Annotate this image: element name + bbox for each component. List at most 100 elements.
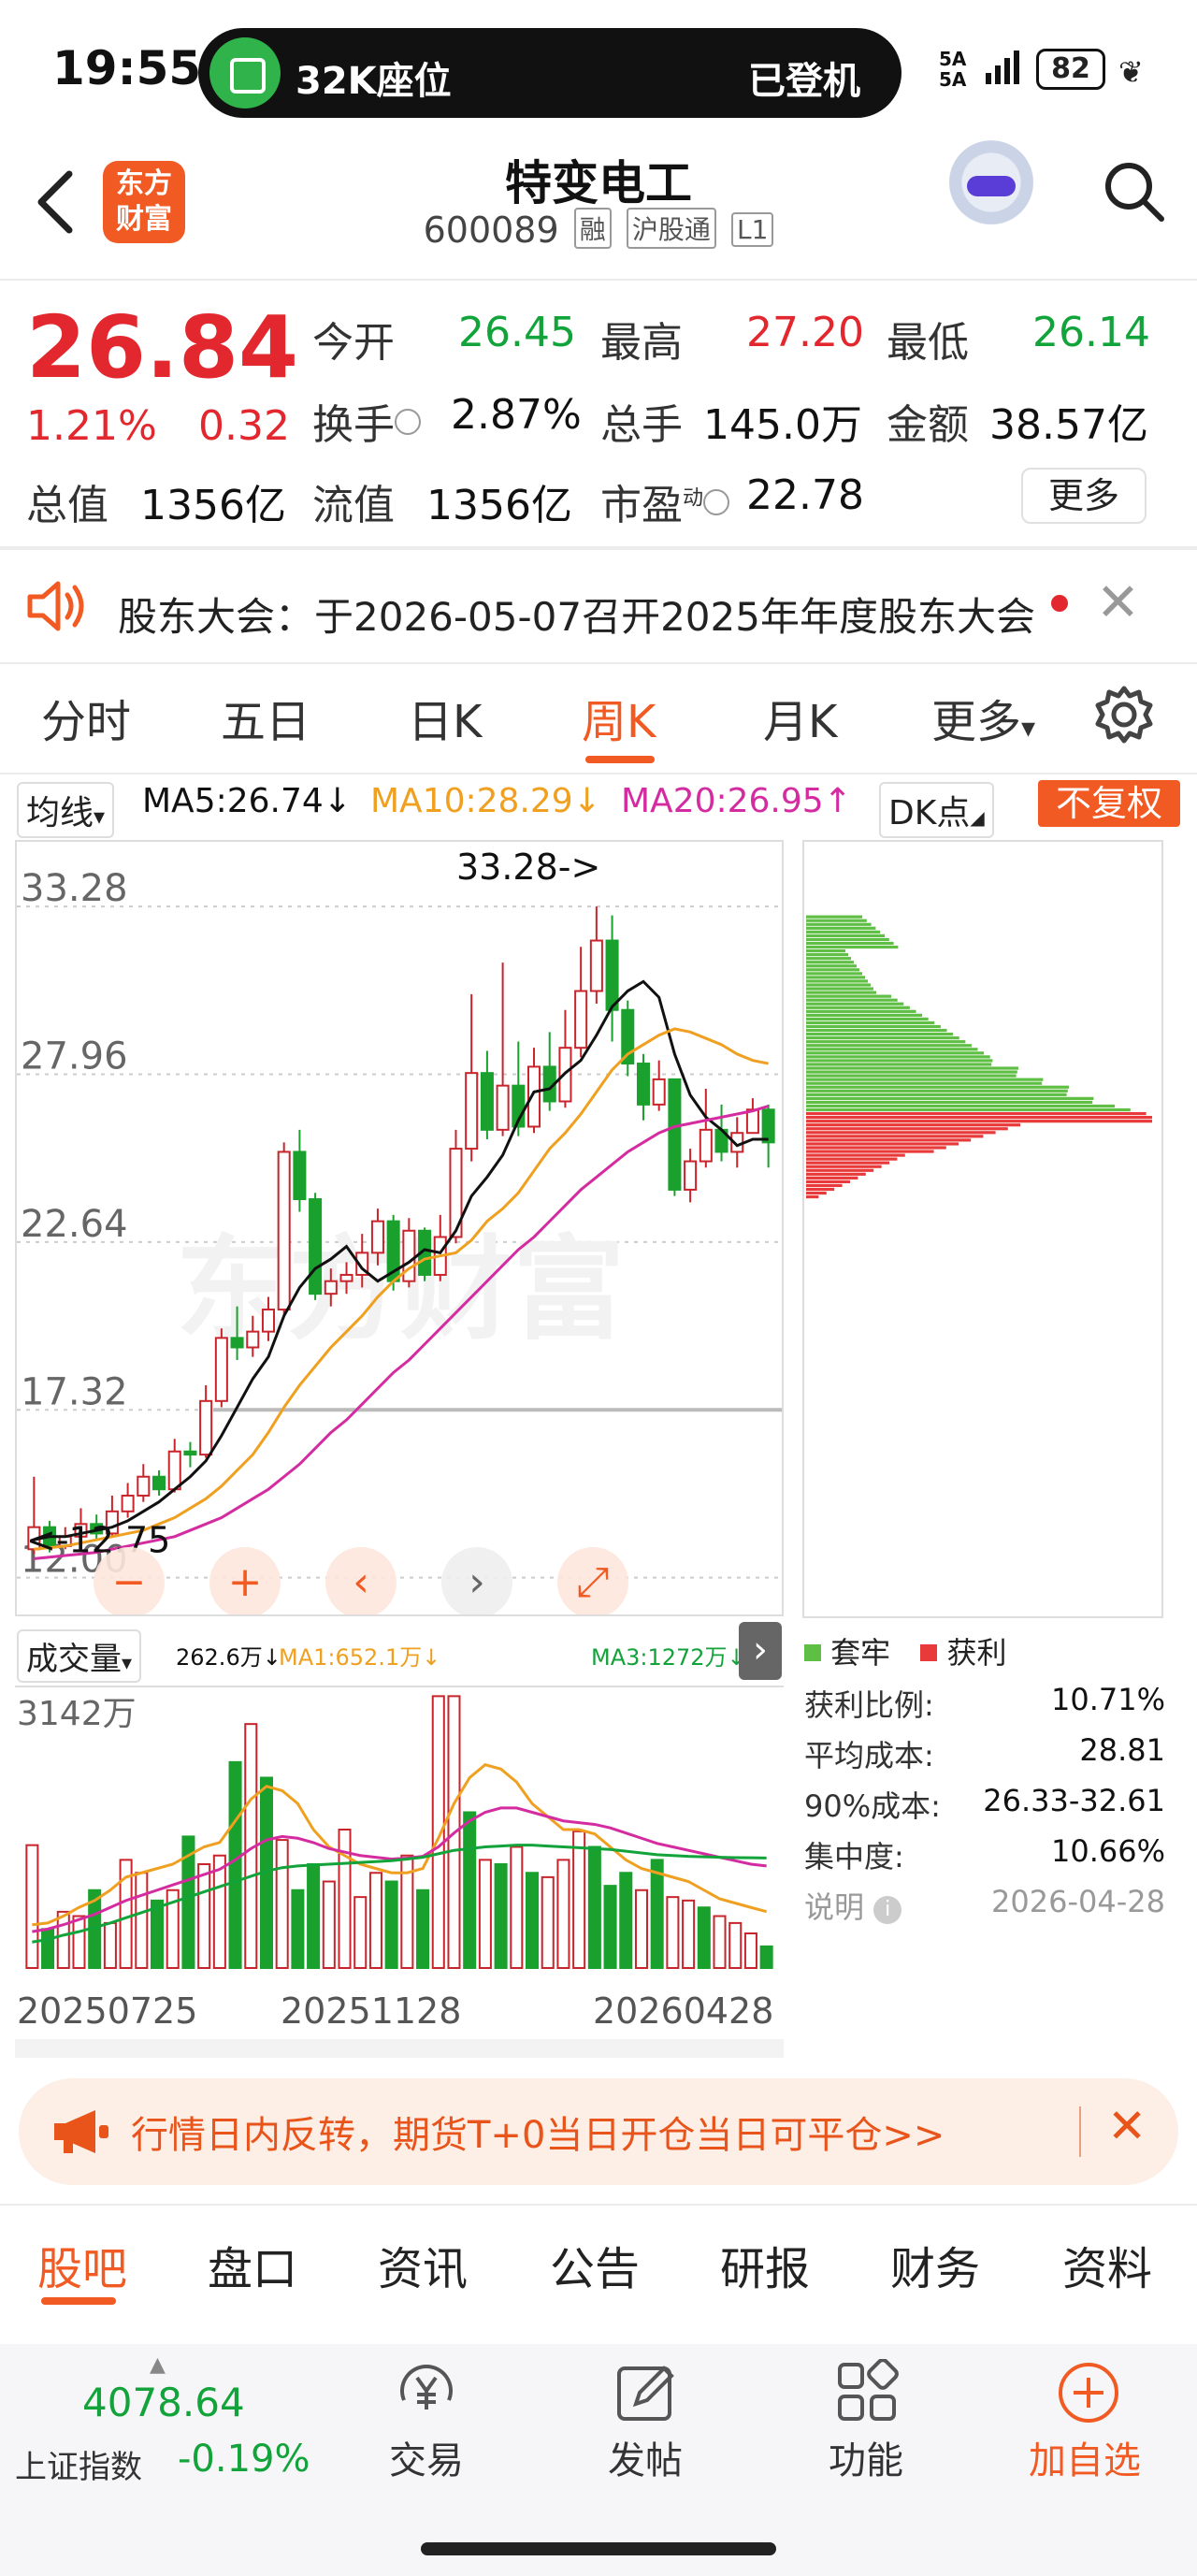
post-label[interactable]: 发帖 [608, 2430, 683, 2484]
turnover-value: 2.87% [451, 391, 582, 439]
tab-more[interactable]: 更多▾ [931, 685, 1035, 750]
y-axis-label: 27.96 [21, 1035, 128, 1078]
add-watchlist-label[interactable]: 加自选 [1029, 2430, 1141, 2484]
edit-icon[interactable] [612, 2359, 679, 2426]
chevron-right-icon[interactable]: › [739, 1622, 782, 1680]
candle-body [199, 1399, 213, 1456]
info-icon[interactable] [395, 409, 421, 435]
tab-news[interactable]: 资讯 [378, 2232, 468, 2297]
ma-selector[interactable]: 均线▾ [17, 782, 115, 838]
tab-research[interactable]: 研报 [720, 2232, 810, 2297]
trapped-chip-bar [806, 1096, 1094, 1100]
gear-icon[interactable] [1092, 683, 1156, 746]
expand-icon[interactable]: ⤢ [557, 1547, 628, 1616]
candle-body [293, 1151, 307, 1201]
candle-body [309, 1198, 323, 1295]
info-icon[interactable] [703, 489, 730, 515]
y-axis-label: 17.32 [21, 1370, 128, 1413]
tab-intraday[interactable]: 分时 [41, 685, 131, 750]
volume-bar [56, 1910, 70, 1969]
volume-bar [682, 1899, 696, 1970]
trapped-chip-bar [806, 1059, 993, 1063]
date-end: 20260428 [593, 1990, 774, 2032]
market-cap-label: 总值 [26, 482, 108, 529]
tab-profile[interactable]: 资料 [1062, 2232, 1152, 2297]
trapped-chip-bar [806, 968, 859, 972]
volume-bar [384, 1880, 398, 1969]
volume-label: 总手 [600, 401, 683, 449]
volume-selector[interactable]: 成交量▾ [17, 1629, 142, 1683]
notice-text[interactable]: 股东大会：于2026-05-07召开2025年年度股东大会 [118, 586, 1035, 643]
trapped-chip-bar [806, 1002, 904, 1006]
last-price: 26.84 [26, 297, 299, 398]
functions-label[interactable]: 功能 [829, 2430, 903, 2484]
trapped-chip-bar [806, 1093, 1067, 1096]
chevron-left-icon[interactable]: ‹ [325, 1547, 397, 1616]
date-mid: 20251128 [281, 1990, 462, 2032]
trapped-chip-bar [806, 1066, 1018, 1070]
tab-announcements[interactable]: 公告 [550, 2232, 640, 2297]
volume-bar [72, 1915, 86, 1969]
low-label: 最低 [887, 319, 969, 367]
profit-chip-bar [806, 1127, 1008, 1131]
minus-icon[interactable]: − [94, 1547, 165, 1616]
volume-bar [103, 1921, 117, 1969]
leaf-icon: ❦ [1118, 54, 1144, 90]
chip-explain[interactable]: 说明 i 2026-04-28 [804, 1884, 1165, 1927]
trapped-chip-bar [806, 1006, 910, 1009]
promo-text[interactable]: 行情日内反转，期货T+0当日开仓当日可平仓>> [131, 2105, 945, 2159]
volume-max-label: 3142万 [17, 1695, 137, 1733]
chevron-right-icon[interactable]: › [441, 1547, 512, 1616]
tab-financials[interactable]: 财务 [890, 2232, 980, 2297]
volume-bar [307, 1863, 321, 1969]
promo-banner[interactable]: 行情日内反转，期货T+0当日开仓当日可平仓>> ✕ [19, 2078, 1178, 2185]
search-icon[interactable] [1100, 157, 1167, 224]
caret-up-icon[interactable]: ▲ [150, 2353, 166, 2377]
divider [0, 773, 1197, 774]
candle-body [230, 1337, 244, 1349]
trapped-chip-bar [806, 1078, 1044, 1081]
trapped-chip-bar [806, 1074, 1017, 1078]
ai-assistant-avatar[interactable] [945, 140, 1038, 234]
trapped-chip-bar [806, 983, 871, 987]
trapped-chip-bar [806, 1036, 959, 1040]
tab-daily-k[interactable]: 日K [408, 685, 482, 750]
close-icon[interactable]: ✕ [1096, 572, 1140, 633]
volume-bar [416, 1889, 430, 1969]
more-quote-button[interactable]: 更多 [1021, 468, 1147, 524]
index-value[interactable]: 4078.64 [82, 2380, 245, 2425]
plus-icon[interactable]: + [209, 1547, 281, 1616]
candle-body [402, 1229, 416, 1282]
kline-chart[interactable]: 33.2827.9622.6417.3212.00东方财富33.28-><-12… [15, 840, 784, 1616]
volume-bar [713, 1915, 727, 1969]
candle-body [496, 1084, 510, 1131]
adjust-button[interactable]: 不复权 [1038, 780, 1180, 827]
dynamic-island[interactable]: 32K座位 已登机 [198, 28, 901, 118]
trapped-chip-bar [806, 922, 872, 926]
tab-forum[interactable]: 股吧 [37, 2232, 127, 2297]
volume-bar [556, 1859, 570, 1969]
grid-icon[interactable] [834, 2359, 901, 2426]
candle-body [699, 1128, 713, 1163]
trapped-chip-bar [806, 1089, 1068, 1093]
yen-icon[interactable] [393, 2359, 460, 2426]
tab-weekly-k[interactable]: 周K [582, 685, 656, 750]
trade-label[interactable]: 交易 [389, 2430, 464, 2484]
tab-five-day[interactable]: 五日 [221, 685, 310, 750]
profit-chip-bar [806, 1161, 889, 1165]
divider [0, 279, 1197, 281]
index-name[interactable]: 上证指数 [15, 2441, 142, 2487]
volume-bar [619, 1872, 633, 1969]
volume-bar [41, 1928, 55, 1969]
dk-selector[interactable]: DK点◢ [879, 782, 994, 838]
tab-monthly-k[interactable]: 月K [763, 685, 837, 750]
volume-bar [743, 1932, 757, 1969]
volume-chart[interactable]: 3142万 [15, 1686, 784, 1971]
home-indicator[interactable] [421, 2542, 776, 2555]
volume-bar [697, 1906, 711, 1969]
add-circle-icon[interactable] [1055, 2359, 1122, 2426]
trapped-chip-bar [806, 1081, 1043, 1085]
close-icon[interactable]: ✕ [1107, 2099, 1147, 2153]
volume-ma1: MA1:652.1万↓ [279, 1644, 441, 1671]
tab-orderbook[interactable]: 盘口 [208, 2232, 297, 2297]
